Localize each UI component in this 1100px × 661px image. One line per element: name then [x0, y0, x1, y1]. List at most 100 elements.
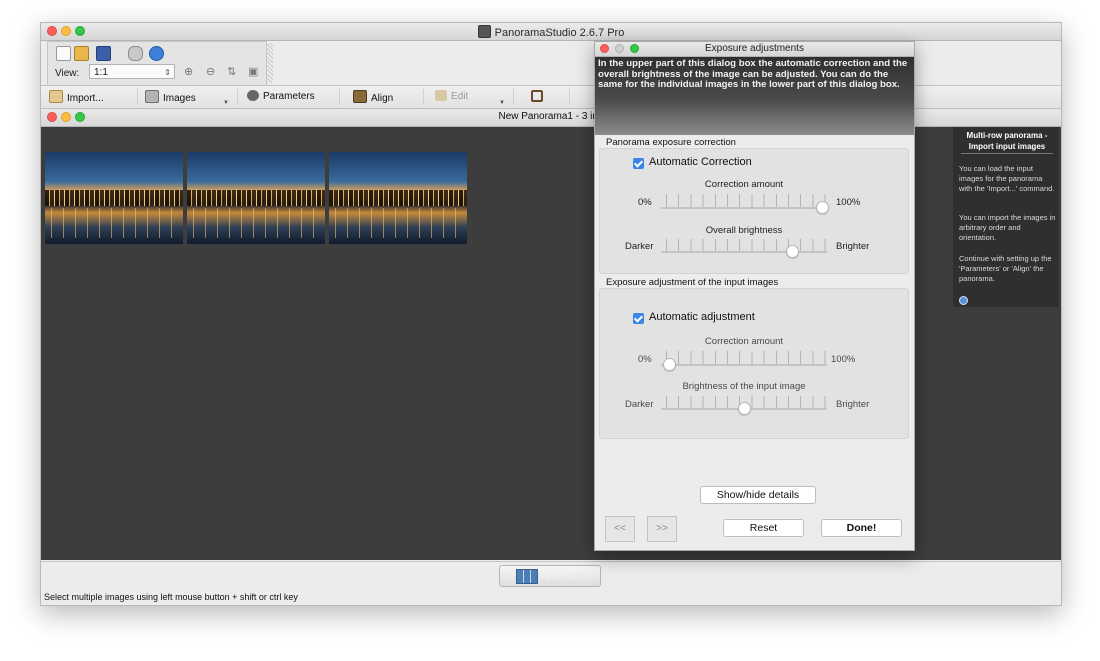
- correction-min-label: 0%: [638, 197, 652, 208]
- brightness-min-label: Darker: [625, 399, 654, 410]
- window-title: PanoramaStudio 2.6.7 Pro: [41, 25, 1061, 39]
- slider-ticks: [666, 351, 826, 365]
- toolbar-grip[interactable]: [267, 43, 273, 83]
- overall-brightness-label: Overall brightness: [705, 225, 783, 236]
- correction-max-label: 100%: [831, 354, 856, 365]
- previous-button[interactable]: <<: [605, 516, 635, 542]
- water-reflection: [329, 208, 467, 238]
- help-divider: [961, 153, 1053, 154]
- divider: [137, 89, 138, 105]
- help-panel: Multi-row panorama - Import input images…: [953, 127, 1059, 307]
- edit-pencil-icon: [435, 90, 447, 101]
- edit-button[interactable]: Edit: [435, 90, 468, 102]
- correction-min-label: 0%: [638, 354, 652, 365]
- divider: [569, 89, 570, 105]
- correction-max-label: 100%: [836, 197, 861, 208]
- status-bar-text: Select multiple images using left mouse …: [44, 592, 298, 602]
- align-label: Align: [371, 93, 394, 104]
- next-button[interactable]: >>: [647, 516, 677, 542]
- water-reflection: [45, 208, 183, 238]
- crop-icon: [531, 90, 543, 102]
- overall-brightness-slider[interactable]: [661, 251, 827, 253]
- save-icon[interactable]: [96, 46, 111, 61]
- parameters-label: Parameters: [263, 91, 315, 102]
- crop-button[interactable]: [531, 90, 547, 103]
- input-images-button[interactable]: Input im...: [499, 565, 601, 587]
- brightness-max-label: Brighter: [836, 399, 870, 410]
- images-button[interactable]: Images: [145, 90, 196, 104]
- dialog-title: Exposure adjustments: [705, 43, 804, 54]
- images-dropdown-icon[interactable]: ▼: [223, 100, 229, 106]
- automatic-adjustment-label: Automatic adjustment: [649, 311, 755, 323]
- city-lights: [187, 190, 325, 206]
- help-icon[interactable]: [149, 46, 164, 61]
- automatic-correction-label: Automatic Correction: [649, 156, 752, 168]
- panorama-correction-slider-knob[interactable]: [815, 201, 829, 214]
- help-paragraph: Continue with setting up the 'Parameters…: [959, 254, 1052, 283]
- dialog-title-bar: Exposure adjustments: [595, 42, 914, 57]
- input-image-thumbnail[interactable]: [187, 152, 325, 244]
- help-paragraph: You can import the images in arbitrary o…: [959, 213, 1056, 242]
- view-zoom-value: 1:1: [94, 67, 108, 78]
- input-image-thumbnail[interactable]: [329, 152, 467, 244]
- title-bar: PanoramaStudio 2.6.7 Pro: [41, 23, 1061, 41]
- automatic-correction-checkbox[interactable]: [633, 158, 644, 169]
- panorama-group-label: Panorama exposure correction: [606, 137, 736, 148]
- zoom-fit-height-icon[interactable]: ⇅: [227, 66, 239, 78]
- divider: [339, 89, 340, 105]
- city-lights: [45, 190, 183, 206]
- open-folder-icon[interactable]: [74, 46, 89, 61]
- help-navigation-icon[interactable]: [959, 296, 968, 305]
- about-icon[interactable]: [128, 46, 143, 61]
- parameters-button[interactable]: Parameters: [247, 90, 315, 102]
- correction-amount-label: Correction amount: [704, 179, 784, 190]
- view-label: View:: [55, 68, 80, 79]
- app-icon: [477, 25, 491, 38]
- brightness-min-label: Darker: [625, 241, 654, 252]
- input-brightness-slider-knob[interactable]: [737, 402, 751, 415]
- zoom-out-icon[interactable]: ⊖: [206, 66, 218, 78]
- divider: [237, 89, 238, 105]
- input-image-thumbnail[interactable]: [45, 152, 183, 244]
- app-title-text: PanoramaStudio 2.6.7 Pro: [494, 27, 625, 39]
- automatic-adjustment-checkbox[interactable]: [633, 313, 644, 324]
- input-brightness-label: Brightness of the input image: [682, 381, 806, 392]
- edit-label: Edit: [451, 91, 469, 102]
- done-button[interactable]: Done!: [821, 519, 902, 537]
- show-hide-details-button[interactable]: Show/hide details: [700, 486, 816, 504]
- import-button[interactable]: Import...: [49, 90, 104, 104]
- water-reflection: [187, 208, 325, 238]
- images-correction-slider-knob[interactable]: [662, 358, 676, 371]
- brightness-max-label: Brighter: [836, 241, 870, 252]
- select-arrows-icon: ⇕: [164, 68, 171, 77]
- images-label: Images: [163, 93, 196, 104]
- import-icon: [49, 90, 63, 103]
- images-correction-slider[interactable]: [661, 364, 827, 366]
- panorama-exposure-group: [599, 148, 909, 274]
- edit-dropdown-icon[interactable]: ▼: [499, 100, 505, 106]
- exposure-adjustments-dialog: Exposure adjustments In the upper part o…: [594, 41, 915, 551]
- reset-button[interactable]: Reset: [723, 519, 804, 537]
- slider-ticks: [666, 194, 826, 208]
- dialog-description: In the upper part of this dialog box the…: [598, 58, 908, 90]
- panorama-correction-slider[interactable]: [661, 207, 827, 209]
- dialog-description-header: In the upper part of this dialog box the…: [595, 57, 914, 135]
- new-file-icon[interactable]: [56, 46, 71, 61]
- images-group-label: Exposure adjustment of the input images: [606, 277, 779, 288]
- images-icon: [145, 90, 159, 103]
- align-button[interactable]: Align: [353, 90, 393, 104]
- parameters-gear-icon: [247, 90, 259, 101]
- divider: [513, 89, 514, 105]
- zoom-fit-window-icon[interactable]: ▣: [248, 66, 260, 78]
- help-paragraph: You can load the input images for the pa…: [959, 164, 1055, 193]
- align-icon: [353, 90, 367, 103]
- input-images-icon: [516, 569, 538, 584]
- zoom-in-icon[interactable]: ⊕: [184, 66, 196, 78]
- view-zoom-select[interactable]: 1:1 ⇕: [89, 64, 175, 79]
- city-lights: [329, 190, 467, 206]
- help-heading: Multi-row panorama - Import input images: [966, 131, 1048, 151]
- overall-brightness-slider-knob[interactable]: [785, 245, 799, 258]
- input-images-label: Input im...: [540, 571, 580, 581]
- correction-amount-label: Correction amount: [704, 336, 784, 347]
- divider: [423, 89, 424, 105]
